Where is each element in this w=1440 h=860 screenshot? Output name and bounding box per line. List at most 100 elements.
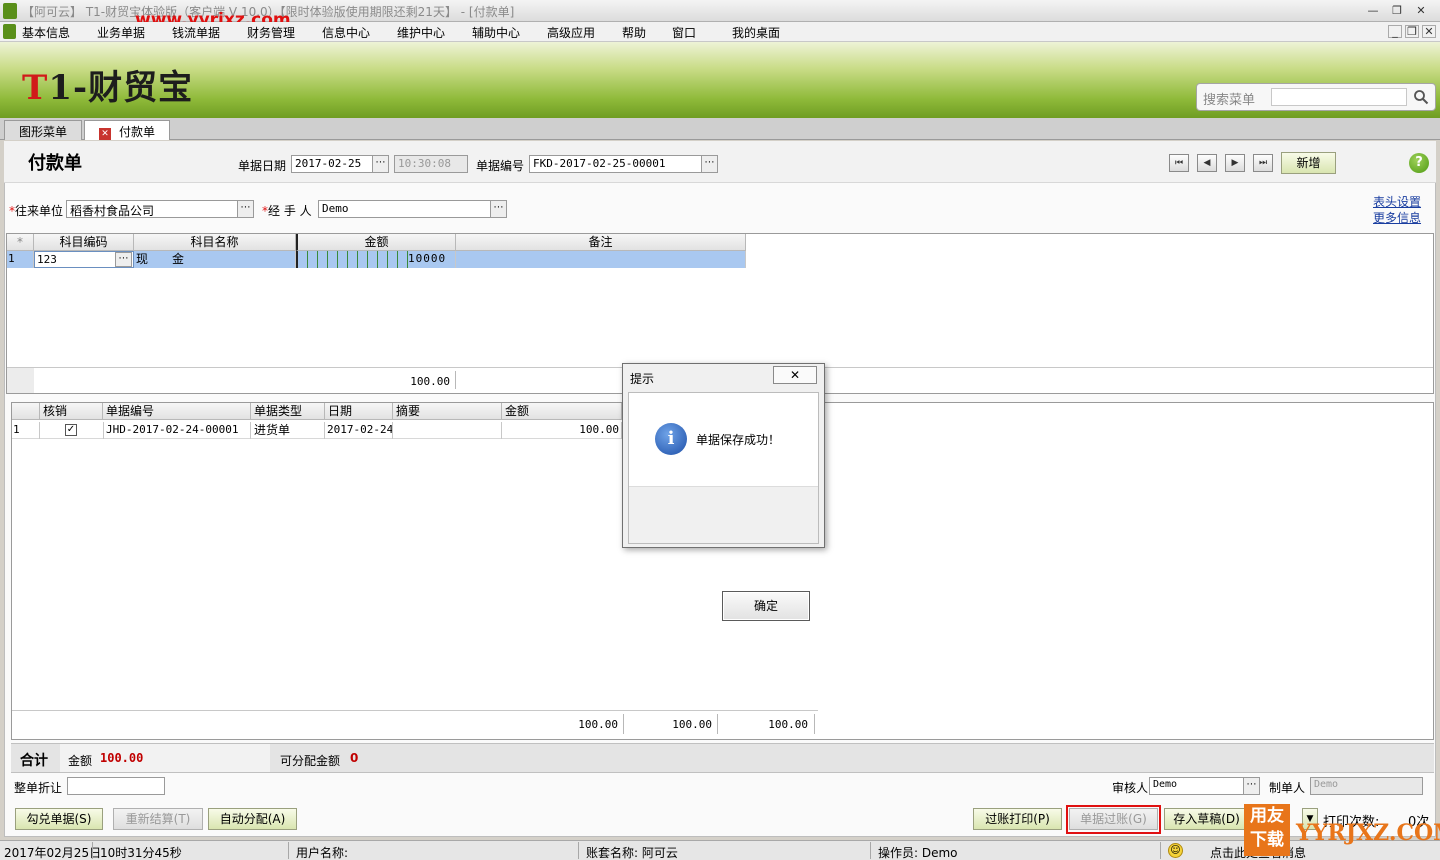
message-dialog: 提示 ✕ i 单据保存成功！ 确定 — [622, 363, 825, 621]
dialog-body: i 单据保存成功！ 确定 — [628, 392, 819, 621]
dialog-close-icon[interactable]: ✕ — [773, 366, 817, 384]
prev-record-icon[interactable]: ◀ — [1197, 154, 1217, 172]
menu-advanced[interactable]: 高级应用 — [547, 24, 595, 41]
grid1-row-no: 1 — [8, 251, 34, 268]
product-logo: T1-财贸宝 — [22, 68, 194, 108]
grid2-header-summary: 摘要 — [393, 403, 502, 420]
handler-picker-button[interactable]: ⋯ — [490, 200, 507, 218]
menu-bar: 基本信息 业务单据 钱流单据 财务管理 信息中心 维护中心 辅助中心 高级应用 … — [0, 22, 1440, 42]
handler-label: *经 手 人 — [262, 204, 312, 218]
doc-no-field[interactable]: FKD-2017-02-25-00001 — [529, 155, 702, 173]
menu-help[interactable]: 帮助 — [622, 24, 646, 41]
brand-badge: 用友 下载 — [1244, 804, 1290, 856]
header-settings-link[interactable]: 表头设置 — [1373, 193, 1421, 210]
status-bar: 2017年02月25日 10时31分45秒 用户名称: 账套名称: 阿可云 操作… — [0, 840, 1440, 860]
mdi-close-icon[interactable]: ✕ — [1422, 25, 1436, 38]
save-draft-button[interactable]: 存入草稿(D) — [1164, 808, 1249, 830]
match-checkbox[interactable]: ✓ — [65, 424, 77, 436]
grid2-summary-cell — [393, 422, 502, 439]
alloc-label: 可分配金额 — [280, 754, 341, 768]
form-header — [4, 141, 1436, 183]
brand-text: YYRJXZ.COM — [1296, 820, 1440, 846]
menu-window[interactable]: 窗口 — [672, 24, 696, 41]
menu-my-desktop[interactable]: 我的桌面 — [732, 24, 780, 41]
grid1-footer-sep — [455, 371, 456, 389]
banner: T1-财贸宝 搜索菜单 — [0, 42, 1440, 118]
restore-icon[interactable]: ❐ — [1388, 4, 1406, 18]
auditor-label: 审核人 — [1112, 781, 1149, 795]
close-icon[interactable]: ✕ — [1412, 4, 1430, 18]
date-field[interactable]: 2017-02-25 — [291, 155, 373, 173]
grid1-footer-marker — [7, 368, 34, 393]
menu-cash-docs[interactable]: 钱流单据 — [172, 24, 220, 41]
app-icon — [3, 3, 17, 19]
search-icon[interactable] — [1413, 89, 1429, 105]
menu-basic-info[interactable]: 基本信息 — [22, 24, 70, 41]
title-bar: 【阿可云】 T1-财贸宝体验版（客户端 V 10.0）【限时体验版使用期限还剩2… — [0, 0, 1440, 30]
grid2-header-docno: 单据编号 — [103, 403, 251, 420]
first-record-icon[interactable]: ⏮ — [1169, 154, 1189, 172]
dialog-button-area: 确定 — [629, 486, 818, 621]
tab-graphic-menu[interactable]: 图形菜单 — [4, 120, 83, 140]
grid2-header-check: 核销 — [40, 403, 103, 420]
partner-label: *往来单位 — [9, 204, 64, 218]
mdi-minimize-icon[interactable]: _ — [1388, 25, 1402, 38]
recalculate-button: 重新结算(T) — [113, 808, 203, 830]
menu-finance[interactable]: 财务管理 — [247, 24, 295, 41]
menu-business-docs[interactable]: 业务单据 — [97, 24, 145, 41]
mdi-restore-icon[interactable]: ❐ — [1405, 25, 1419, 38]
app-small-icon — [3, 24, 16, 39]
page-title: 付款单 — [28, 153, 82, 174]
status-user: 用户名称: — [296, 846, 349, 860]
amount-total-value: 100.00 — [100, 751, 144, 765]
ok-button[interactable]: 确定 — [722, 591, 810, 621]
grid2-docno-cell[interactable]: JHD-2017-02-24-00001 — [104, 422, 251, 439]
grid2-type-cell: 进货单 — [251, 422, 325, 439]
doc-no-picker-button[interactable]: ⋯ — [701, 155, 718, 173]
grid2-footer-1: 100.00 — [578, 718, 618, 731]
info-icon: i — [655, 423, 687, 455]
grid2-date-cell: 2017-02-24 — [325, 422, 393, 439]
handler-field[interactable]: Demo — [318, 200, 491, 218]
menu-search-box: 搜索菜单 — [1196, 83, 1436, 111]
next-record-icon[interactable]: ▶ — [1225, 154, 1245, 172]
new-button[interactable]: 新增 — [1281, 152, 1336, 174]
grid1-name-cell[interactable]: 现 金 — [134, 251, 296, 268]
help-icon[interactable]: ? — [1409, 153, 1429, 173]
partner-picker-button[interactable]: ⋯ — [237, 200, 254, 218]
doc-no-label: 单据编号 — [476, 159, 525, 173]
document-tab-bar: 图形菜单 ✕ 付款单 — [0, 118, 1440, 140]
more-info-link[interactable]: 更多信息 — [1373, 209, 1421, 226]
match-docs-button[interactable]: 勾兑单据(S) — [15, 808, 103, 830]
status-date: 2017年02月25日 — [4, 846, 102, 860]
partner-field[interactable]: 稻香村食品公司 — [66, 200, 238, 218]
search-label: 搜索菜单 — [1203, 93, 1256, 108]
amount-total-label: 金额 — [68, 754, 93, 768]
grid1-footer-total: 100.00 — [410, 375, 450, 388]
code-picker-button[interactable]: ⋯ — [115, 252, 132, 267]
minimize-icon[interactable]: — — [1364, 4, 1382, 18]
grid2-header-amount: 金额 — [502, 403, 622, 420]
grid1-amount-cell[interactable]: 10000 — [408, 251, 456, 268]
grid2-amount-cell: 100.00 — [502, 422, 622, 439]
tab-close-icon[interactable]: ✕ — [99, 128, 111, 140]
tab-payment-voucher[interactable]: ✕ 付款单 — [84, 120, 171, 140]
discount-label: 整单折让 — [14, 781, 63, 795]
dialog-message: 单据保存成功！ — [696, 433, 781, 447]
menu-assist[interactable]: 辅助中心 — [472, 24, 520, 41]
grid1-header-code: 科目编码 — [34, 234, 134, 251]
auto-allocate-button[interactable]: 自动分配(A) — [208, 808, 297, 830]
menu-maintenance[interactable]: 维护中心 — [397, 24, 445, 41]
date-picker-button[interactable]: ⋯ — [372, 155, 389, 173]
discount-field[interactable] — [67, 777, 165, 795]
dialog-title: 提示 — [630, 372, 655, 386]
grid1-header-name: 科目名称 — [134, 234, 296, 251]
menu-info-center[interactable]: 信息中心 — [322, 24, 370, 41]
grid1-note-cell[interactable] — [456, 251, 746, 268]
auditor-field[interactable]: Demo — [1149, 777, 1244, 795]
post-print-button[interactable]: 过账打印(P) — [973, 808, 1062, 830]
search-input[interactable] — [1271, 88, 1407, 106]
last-record-icon[interactable]: ⏭ — [1253, 154, 1273, 172]
auditor-picker-button[interactable]: ⋯ — [1243, 777, 1260, 795]
post-doc-button: 单据过账(G) — [1069, 808, 1158, 830]
